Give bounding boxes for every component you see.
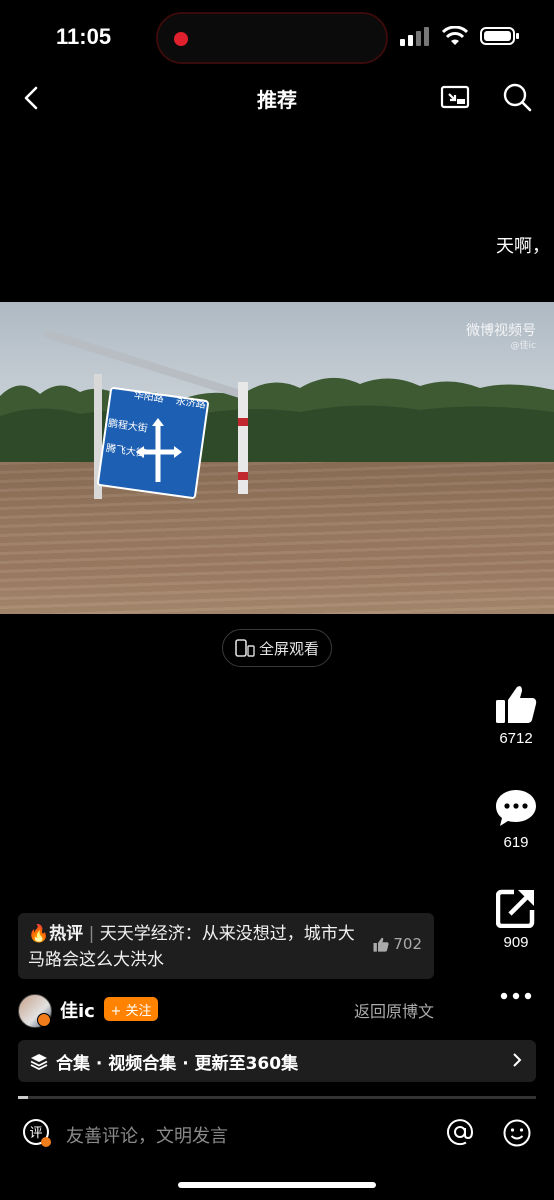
road-sign [44, 330, 248, 499]
more-dots-icon [500, 992, 532, 1000]
hot-comment-like-count: 702 [393, 935, 422, 953]
hot-comment-tag: 热评 [49, 924, 84, 944]
share-count: 909 [503, 934, 529, 951]
back-to-original-link[interactable]: 返回原博文 [354, 998, 434, 1022]
fullscreen-button[interactable]: 全屏观看 [222, 629, 332, 667]
video-player[interactable]: 华阳路 永济路 鹏程大街 腾飞大街 微博视频号 @佳ic [0, 302, 554, 614]
verified-badge-icon [37, 1013, 51, 1027]
status-icons [400, 26, 520, 46]
comment-bubble-icon [496, 790, 536, 826]
wifi-icon [442, 26, 468, 45]
layers-icon [30, 1054, 48, 1070]
video-watermark: 微博视频号 [466, 323, 536, 339]
follow-button[interactable]: + 关注 [104, 997, 158, 1021]
thumbs-up-small-icon [373, 937, 389, 952]
status-time: 11:05 [56, 24, 112, 49]
video-watermark-user: @佳ic [510, 341, 536, 351]
caption-text: 天啊， [496, 236, 550, 257]
collection-label: 合集 · 视频合集 · 更新至360集 [56, 1053, 299, 1074]
like-action[interactable]: 6712 [486, 684, 546, 747]
chevron-right-icon [513, 1053, 522, 1067]
page-title: 推荐 [257, 88, 297, 112]
search-icon[interactable] [502, 82, 532, 112]
signal-icon [400, 27, 429, 46]
more-options-button[interactable] [486, 984, 546, 1012]
fullscreen-label: 全屏观看 [258, 639, 319, 658]
hot-comment[interactable]: 🔥热评 | 天天学经济：从来没想过，城市大马路会这么大洪水 702 [18, 913, 434, 979]
comment-count: 619 [503, 834, 529, 851]
thumbs-up-icon [496, 686, 537, 723]
share-action[interactable]: 909 [486, 888, 546, 951]
dynamic-island [156, 12, 388, 64]
share-icon [495, 889, 535, 929]
comment-action[interactable]: 619 [486, 788, 546, 851]
mention-at-icon[interactable] [446, 1118, 474, 1146]
like-count: 6712 [499, 730, 533, 747]
collection-bar[interactable]: 合集 · 视频合集 · 更新至360集 [18, 1040, 536, 1082]
emoji-icon[interactable] [502, 1118, 532, 1148]
svg-text:评: 评 [29, 1126, 42, 1141]
flame-icon: 🔥 [28, 924, 50, 944]
battery-icon [480, 27, 519, 45]
recording-dot-icon [174, 32, 188, 46]
comment-edit-icon[interactable]: 评 [22, 1118, 52, 1148]
author-name[interactable]: 佳ic [60, 997, 95, 1023]
video-progress-fill [18, 1096, 28, 1099]
home-indicator [178, 1182, 376, 1188]
hot-comment-likes[interactable]: 702 [373, 935, 422, 953]
cast-screen-icon[interactable] [440, 84, 470, 112]
rotate-screen-icon [235, 639, 255, 657]
video-progress-track[interactable] [18, 1096, 536, 1099]
comment-input[interactable]: 友善评论，文明发言 [66, 1122, 228, 1148]
